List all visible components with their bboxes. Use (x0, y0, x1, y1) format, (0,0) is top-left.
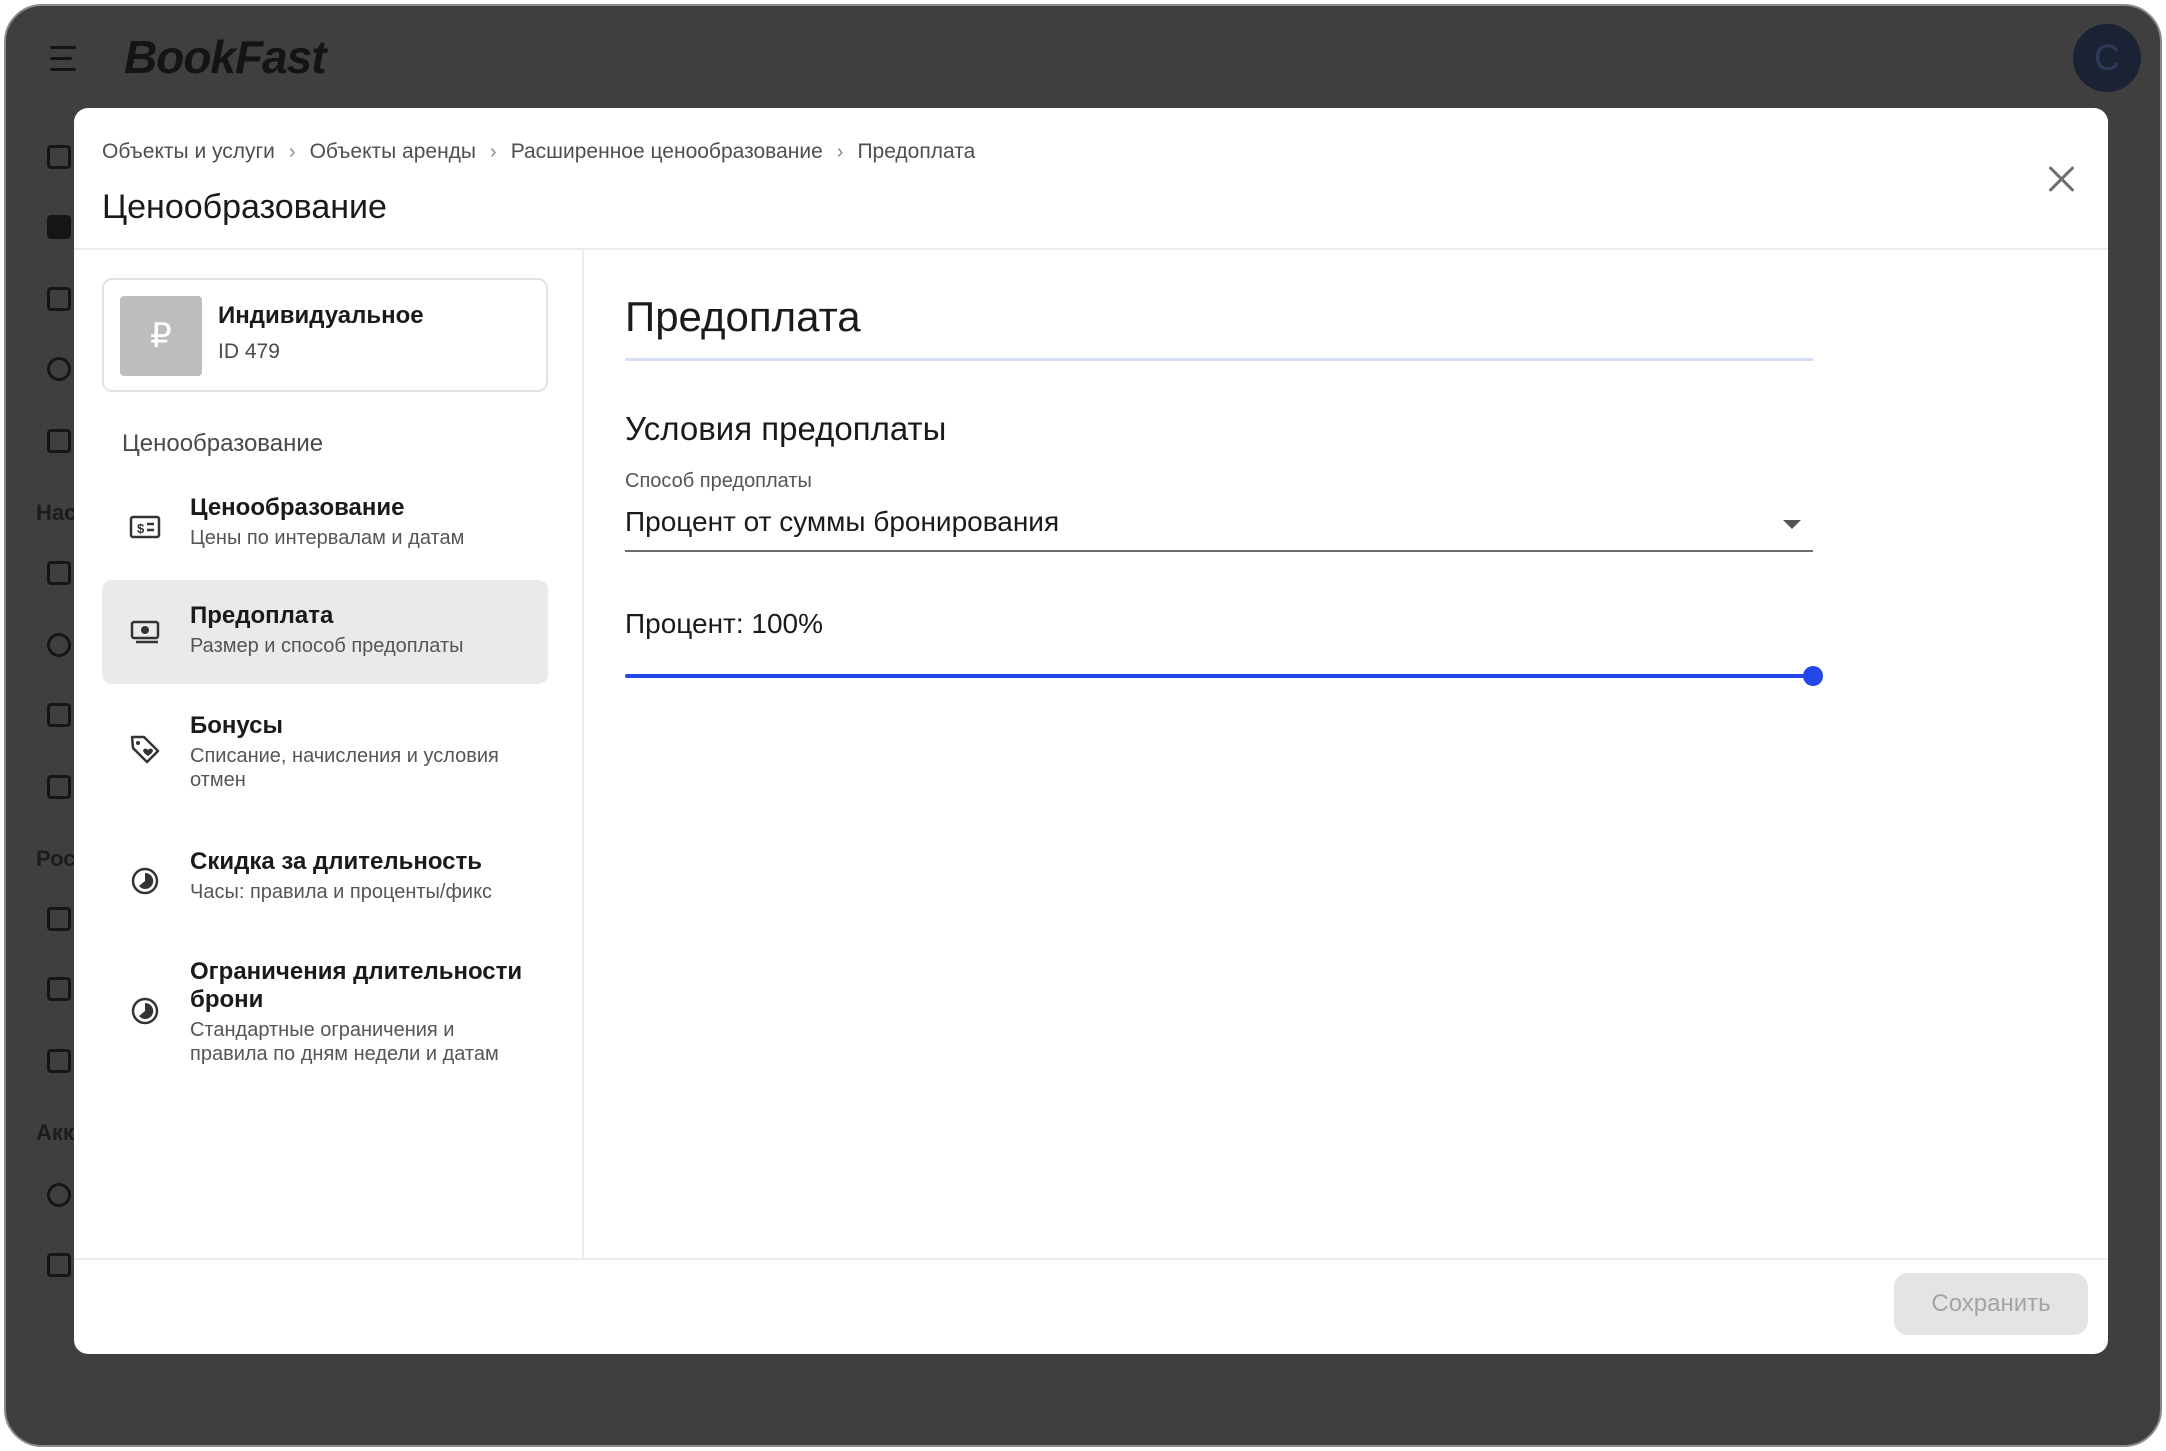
divider (582, 250, 584, 1260)
nav-item-title: Ценообразование (190, 494, 405, 521)
sidebar-network-icon[interactable] (44, 630, 74, 660)
sidebar-layout-icon[interactable] (44, 142, 74, 172)
content-title: Предоплата (625, 293, 861, 340)
prepayment-method-value: Процент от суммы бронирования (625, 506, 1060, 537)
sidebar-dashboard-icon[interactable] (44, 212, 74, 242)
banknote-icon (130, 620, 160, 644)
title-underline (625, 358, 1813, 361)
nav-item-subtitle: Часы: правила и проценты/фикс (190, 881, 493, 903)
clock-icon (131, 997, 159, 1025)
nav-item-bonuses[interactable]: Бонусы Списание, начисления и условия от… (102, 690, 548, 818)
prepayment-method-select[interactable]: Процент от суммы бронирования (625, 500, 1813, 552)
nav-item-prepayment[interactable]: Предоплата Размер и способ предоплаты (102, 580, 548, 684)
chevron-right-icon: › (288, 140, 296, 163)
nav-item-title: Ограничения длительности брони (190, 958, 523, 1013)
chevron-right-icon: › (836, 140, 844, 163)
svg-text:$: $ (137, 521, 145, 536)
clock-icon (131, 867, 159, 895)
sidebar-section-label: Акк (36, 1120, 74, 1145)
percent-slider[interactable] (625, 664, 1823, 688)
nav-item-subtitle: Цены по интервалам и датам (190, 527, 465, 549)
sidebar-table-icon[interactable] (44, 772, 74, 802)
breadcrumb-item[interactable]: Объекты и услуги (102, 140, 275, 164)
chevron-down-icon (1783, 520, 1801, 529)
pricing-modal: Объекты и услуги › Объекты аренды › Расш… (74, 108, 2108, 1354)
breadcrumb-item[interactable]: Расширенное ценообразование (511, 140, 823, 164)
method-label: Способ предоплаты (625, 470, 812, 492)
sidebar-chat-icon[interactable] (44, 426, 74, 456)
nav-item-subtitle: Списание, начисления и условия отмен (190, 745, 499, 791)
sidebar-book-icon[interactable] (44, 284, 74, 314)
sidebar-tag-icon[interactable] (44, 904, 74, 934)
ruble-icon: ₽ (120, 296, 202, 376)
percent-label: Процент: 100% (625, 608, 824, 639)
sidebar-section-label: Рос (36, 846, 76, 871)
modal-title: Ценообразование (102, 188, 387, 226)
menu-icon[interactable] (50, 46, 86, 72)
slider-fill (625, 674, 1813, 678)
screen: BookFast C Нас Рос Акк Объекты и услуги … (4, 4, 2162, 1447)
avatar[interactable]: C (2073, 24, 2141, 92)
sidebar-door-icon[interactable] (44, 558, 74, 588)
sidebar-gear-icon[interactable] (44, 1180, 74, 1210)
nav-item-subtitle: Стандартные ограничения и правила по дня… (190, 1019, 499, 1065)
breadcrumb-item[interactable]: Объекты аренды (310, 140, 476, 164)
object-name: Индивидуальное (218, 302, 424, 329)
object-id: ID 479 (218, 340, 280, 363)
close-icon[interactable] (2042, 160, 2082, 200)
object-card: ₽ Индивидуальное ID 479 (102, 278, 548, 392)
app-logo: BookFast (124, 31, 327, 83)
nav-item-duration-limits[interactable]: Ограничения длительности брони Стандартн… (102, 938, 548, 1072)
nav-item-pricing[interactable]: $ Ценообразование Цены по интервалам и д… (102, 474, 548, 574)
breadcrumb-item-current: Предоплата (857, 140, 976, 163)
nav-item-title: Предоплата (190, 602, 334, 629)
sidebar-store-icon[interactable] (44, 974, 74, 1004)
tag-heart-icon (130, 735, 160, 764)
price-tag-money-icon: $ (129, 515, 161, 539)
sidebar-card-icon[interactable] (44, 1250, 74, 1280)
sidebar-section-label: Нас (36, 500, 77, 525)
save-button[interactable]: Сохранить (1894, 1273, 2088, 1335)
divider (74, 248, 2108, 250)
divider (74, 1258, 2108, 1260)
nav-item-title: Бонусы (190, 712, 283, 739)
sidebar-monitor-icon[interactable] (44, 700, 74, 730)
conditions-title: Условия предоплаты (625, 410, 947, 447)
slider-thumb[interactable] (1803, 666, 1823, 686)
sidebar-users-icon[interactable] (44, 354, 74, 384)
nav-item-subtitle: Размер и способ предоплаты (190, 635, 464, 657)
sidebar-party-icon[interactable] (44, 1046, 74, 1076)
nav-section-label: Ценообразование (122, 430, 324, 457)
nav-item-duration-discount[interactable]: Скидка за длительность Часы: правила и п… (102, 828, 548, 932)
breadcrumb: Объекты и услуги › Объекты аренды › Расш… (102, 140, 975, 164)
chevron-right-icon: › (490, 140, 497, 163)
nav-item-title: Скидка за длительность (190, 848, 483, 875)
